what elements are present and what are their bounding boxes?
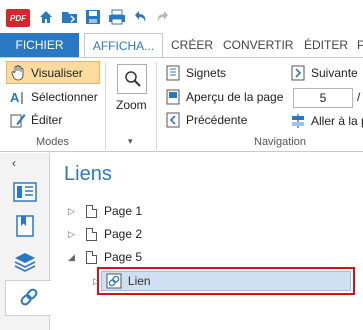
tab-creer[interactable]: CRÉER [171, 33, 213, 57]
thumbnails-icon [13, 181, 37, 205]
tab-fichier[interactable]: FICHIER [0, 33, 79, 57]
text-select-icon: A [10, 89, 26, 105]
page-icon [86, 204, 97, 218]
quick-access-toolbar: PDF [0, 0, 363, 33]
modes-group-label: Modes [36, 136, 70, 148]
tab-editer[interactable]: ÉDITER [304, 33, 348, 57]
link-item-icon [106, 273, 122, 289]
save-icon[interactable] [84, 7, 102, 27]
next-page-icon [290, 65, 306, 81]
zoom-dropdown-chevron[interactable]: ▾ [128, 136, 133, 147]
editer-button[interactable]: Éditer [10, 110, 62, 130]
tree-item-lien[interactable]: ▷ Lien [93, 271, 351, 291]
editer-label: Éditer [31, 113, 63, 127]
links-panel-button[interactable] [5, 280, 51, 316]
ribbon-panel: Visualiser A Sélectionner Éditer Modes Z… [0, 57, 363, 152]
expand-arrow-icon[interactable]: ▷ [68, 206, 78, 217]
left-sidebar: ‹ [0, 153, 51, 330]
tree-item-label: Lien [127, 274, 151, 288]
tree-item-label: Page 5 [104, 250, 143, 264]
thumbnails-panel-button[interactable] [5, 175, 45, 211]
home-icon[interactable] [37, 7, 55, 27]
open-folder-icon[interactable] [60, 7, 80, 27]
page-icon [86, 227, 97, 241]
panel-title: Liens [64, 163, 112, 185]
app-logo: PDF [6, 9, 30, 27]
edit-icon [10, 112, 26, 128]
tree-item-page-2[interactable]: ▷ Page 2 [68, 224, 142, 244]
tree-item-page-5[interactable]: ◢ Page 5 [68, 247, 142, 267]
goto-page-icon [290, 113, 306, 129]
print-icon[interactable] [107, 7, 127, 27]
magnifier-icon [124, 70, 142, 91]
expand-arrow-icon[interactable]: ▷ [68, 229, 78, 240]
expand-arrow-icon[interactable]: ▷ [93, 276, 100, 287]
suivante-button[interactable]: Suivante [290, 63, 358, 83]
zoom-button[interactable] [117, 64, 147, 94]
zoom-label: Zoom [116, 98, 147, 112]
collapse-arrow-icon[interactable]: ◢ [68, 252, 78, 263]
page-preview-icon [165, 89, 181, 105]
visualiser-label: Visualiser [31, 65, 83, 80]
visualiser-button[interactable]: Visualiser [6, 61, 100, 84]
page-icon [86, 250, 97, 264]
signets-button[interactable]: Signets [165, 63, 226, 83]
apercu-label: Aperçu de la page [186, 90, 284, 104]
redo-icon[interactable] [155, 7, 171, 27]
bookmark-panel-icon [15, 214, 35, 240]
precedente-button[interactable]: Précédente [165, 110, 247, 130]
previous-page-icon [165, 112, 181, 128]
aller-label: Aller à la p [311, 114, 363, 128]
aller-page-button[interactable]: Aller à la p [290, 111, 363, 131]
group-divider [105, 62, 106, 150]
hand-icon [10, 64, 26, 81]
navigation-group-label: Navigation [254, 136, 306, 148]
layers-panel-button[interactable] [5, 245, 45, 281]
highlight-box: ▷ Lien [93, 267, 355, 295]
selectionner-label: Sélectionner [31, 90, 98, 104]
ribbon-tabs: FICHIER AFFICHA... CRÉER CONVERTIR ÉDITE… [0, 33, 363, 58]
selectionner-button[interactable]: A Sélectionner [10, 87, 98, 107]
apercu-page-button[interactable]: Aperçu de la page [165, 87, 283, 107]
undo-icon[interactable] [132, 7, 148, 27]
suivante-label: Suivante [311, 66, 358, 80]
link-icon [18, 286, 40, 311]
tree-item-label: Page 2 [104, 227, 143, 241]
tab-affichage[interactable]: AFFICHA... [84, 33, 163, 58]
tree-item-label: Page 1 [104, 204, 143, 218]
group-divider [156, 62, 157, 150]
page-number-input[interactable]: 5 [293, 88, 353, 108]
layers-icon [13, 251, 37, 276]
bookmarks-icon [165, 65, 181, 81]
tab-overflow[interactable]: P [357, 33, 363, 57]
svg-text:A: A [10, 90, 20, 105]
tab-convertir[interactable]: CONVERTIR [223, 33, 293, 57]
page-separator: / [357, 90, 361, 104]
collapse-chevron-icon[interactable]: ‹ [12, 156, 16, 170]
precedente-label: Précédente [186, 113, 248, 127]
tree-item-page-1[interactable]: ▷ Page 1 [68, 201, 142, 221]
signets-label: Signets [186, 66, 227, 80]
bookmarks-panel-button[interactable] [5, 209, 45, 245]
links-panel: Liens ▷ Page 1 ▷ Page 2 ◢ Page 5 ▷ Lien [51, 153, 363, 330]
